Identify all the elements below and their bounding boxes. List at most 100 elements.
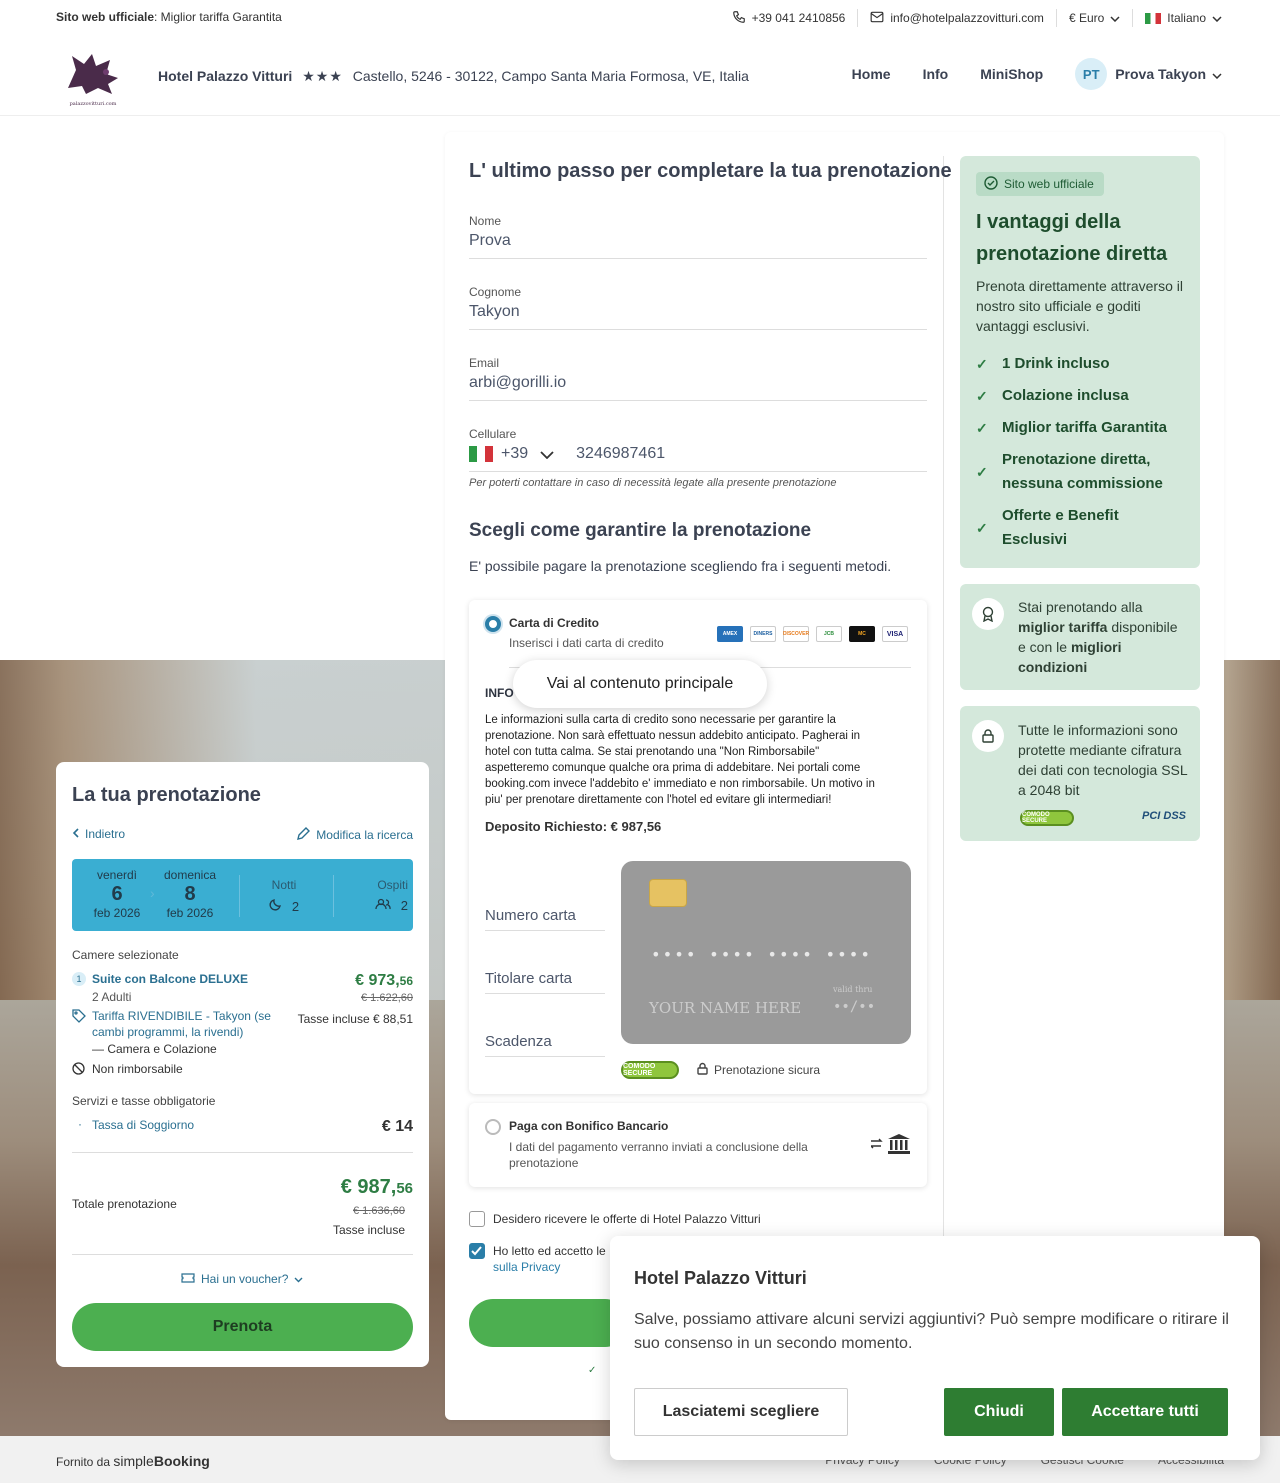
chevron-down-icon: [1212, 66, 1222, 82]
chevron-left-icon: [72, 827, 79, 841]
phone-prefix-select[interactable]: +39: [501, 445, 528, 463]
language-select[interactable]: Italiano: [1133, 9, 1222, 27]
avatar[interactable]: PT: [1075, 58, 1108, 90]
check-icon: ✓: [976, 464, 988, 480]
verified-icon: [984, 175, 998, 193]
cookie-choose-button[interactable]: Lasciatemi scegliere: [634, 1388, 848, 1436]
currency-select[interactable]: € Euro: [1057, 9, 1134, 27]
last-name-input[interactable]: Takyon: [469, 303, 927, 321]
lock-icon: [697, 1062, 708, 1078]
divider: [72, 1254, 413, 1255]
stay-dates[interactable]: venerdì 6 feb 2026 › domenica 8 feb 2026 Not…: [72, 859, 413, 931]
ssl-text: Tutte le informazioni sono protette medi…: [1018, 722, 1188, 798]
room-guests: 2 Adulti: [92, 990, 132, 1004]
room-taxes: Tasse incluse € 88,51: [297, 1012, 413, 1026]
phone-link[interactable]: +39 041 2410856: [720, 9, 859, 27]
lock-icon: [972, 720, 1004, 752]
room-price: € 973,56: [355, 972, 413, 989]
comodo-secure-badge: COMODO SECURE: [1020, 810, 1074, 826]
email-field[interactable]: Email arbi@gorilli.io: [469, 356, 927, 401]
selected-rooms-label: Camere selezionate: [72, 948, 179, 962]
check-icon: ✓: [976, 420, 988, 436]
city-tax-name[interactable]: Tassa di Soggiorno: [92, 1118, 194, 1132]
phone-icon: [732, 10, 746, 27]
bullet-icon: ·: [78, 1117, 82, 1131]
bank-transfer-option[interactable]: Paga con Bonifico Bancario I dati del pa…: [469, 1103, 927, 1187]
hotel-name: Hotel Palazzo Vitturi: [158, 68, 293, 84]
cookie-title: Hotel Palazzo Vitturi: [634, 1268, 807, 1288]
voucher-toggle[interactable]: Hai un voucher?: [181, 1272, 303, 1286]
first-name-field[interactable]: Nome Prova: [469, 214, 927, 259]
nav-info[interactable]: Info: [907, 66, 965, 82]
cookie-close-button[interactable]: Chiudi: [944, 1388, 1054, 1436]
check-icon: ✓: [588, 1365, 597, 1376]
nights-count: Notti 2: [257, 878, 311, 914]
best-rate-text: Stai prenotando alla miglior tariffa dis…: [1018, 599, 1178, 675]
powered-by: Fornito da simpleBooking: [56, 1453, 210, 1469]
main-header: palazzovitturi.com Hotel Palazzo Vitturi…: [0, 36, 1280, 116]
secure-badges: COMODO SECURE Prenotazione sicura: [621, 1061, 820, 1079]
credit-card-subtitle: Inserisci i dati carta di credito: [509, 636, 664, 650]
mastercard-icon: MC: [849, 626, 875, 642]
nav-minishop[interactable]: MiniShop: [964, 66, 1059, 82]
rate-name[interactable]: Tariffa RIVENDIBILE - Takyon (se cambi p…: [92, 1008, 282, 1040]
check-in-date: venerdì 6 feb 2026: [93, 868, 141, 920]
chevron-right-icon: ›: [150, 885, 155, 901]
last-name-field[interactable]: Cognome Takyon: [469, 285, 927, 330]
italy-flag-icon: [1145, 12, 1162, 24]
card-number-input[interactable]: Numero carta: [485, 907, 605, 931]
card-expiry-input[interactable]: Scadenza: [485, 1033, 605, 1057]
divider: [239, 875, 240, 917]
card-holder-input[interactable]: Titolare carta: [485, 970, 605, 994]
room-name[interactable]: Suite con Balcone DELUXE: [92, 972, 248, 986]
edit-search-link[interactable]: Modifica la ricerca: [297, 827, 413, 843]
secure-booking-label: Prenotazione sicura: [714, 1063, 821, 1077]
check-icon: ✓: [976, 388, 988, 404]
total-price: € 987,56: [340, 1176, 413, 1198]
total-label: Totale prenotazione: [72, 1197, 177, 1211]
phone-input[interactable]: 3246987461: [576, 445, 665, 463]
benefit-item: ✓ Miglior tariffa Garantita: [976, 416, 1186, 440]
chevron-down-icon: [540, 447, 554, 462]
hotel-logo[interactable]: palazzovitturi.com: [62, 48, 124, 107]
diners-icon: DINERS: [750, 626, 776, 642]
jcb-icon: JCB: [816, 626, 842, 642]
best-rate-box: Stai prenotando alla miglior tariffa dis…: [960, 584, 1200, 690]
booking-summary: La tua prenotazione Indietro Modifica la…: [56, 762, 429, 1367]
column-divider: [943, 156, 944, 1420]
phone-hint: Per poterti contattare in caso di necess…: [469, 477, 837, 489]
tag-icon: [72, 1009, 86, 1026]
credit-card-radio[interactable]: [485, 616, 501, 632]
privacy-link[interactable]: sulla Privacy: [493, 1260, 560, 1274]
bank-transfer-radio[interactable]: [485, 1119, 501, 1135]
credit-card-title: Carta di Credito: [509, 616, 600, 630]
first-name-input[interactable]: Prova: [469, 232, 927, 250]
card-number-preview: •••• •••• •••• ••••: [651, 945, 873, 964]
deposit-required: Deposito Richiesto: € 987,56: [485, 819, 662, 834]
book-button[interactable]: Prenota: [72, 1303, 413, 1351]
privacy-label: Ho letto ed accetto le: [493, 1244, 606, 1258]
official-site-badge: Sito web ufficiale: [976, 172, 1104, 196]
chevron-down-icon: [1110, 11, 1120, 25]
guarantee-desc: E' possibile pagare la prenotazione sceg…: [469, 558, 892, 574]
privacy-checkbox[interactable]: [469, 1243, 485, 1259]
top-bar: Sito web ufficiale: Miglior tariffa Gara…: [0, 0, 1280, 36]
ssl-security-box: Tutte le informazioni sono protette medi…: [960, 706, 1200, 841]
room-price-old: € 1.622,60: [361, 992, 413, 1004]
hotel-address: Castello, 5246 - 30122, Campo Santa Mari…: [352, 68, 749, 84]
moon-icon: [269, 898, 282, 914]
chevron-down-icon: [294, 1272, 303, 1286]
guests-count: Ospiti 2: [348, 878, 408, 913]
email-link[interactable]: info@hotelpalazzovitturi.com: [858, 9, 1057, 27]
nav-home[interactable]: Home: [836, 66, 907, 82]
offers-checkbox[interactable]: [469, 1211, 485, 1227]
back-link[interactable]: Indietro: [72, 827, 125, 841]
cookie-accept-button[interactable]: Accettare tutti: [1062, 1388, 1228, 1436]
user-menu[interactable]: Prova Takyon: [1115, 66, 1222, 82]
guarantee-title: Scegli come garantire la prenotazione: [469, 520, 812, 541]
confirm-button-partial[interactable]: [469, 1299, 629, 1347]
skip-to-content-link[interactable]: Vai al contenuto principale: [513, 660, 767, 708]
check-icon: ✓: [976, 520, 988, 536]
email-input[interactable]: arbi@gorilli.io: [469, 374, 927, 392]
phone-field[interactable]: Cellulare +39 3246987461: [469, 427, 927, 472]
